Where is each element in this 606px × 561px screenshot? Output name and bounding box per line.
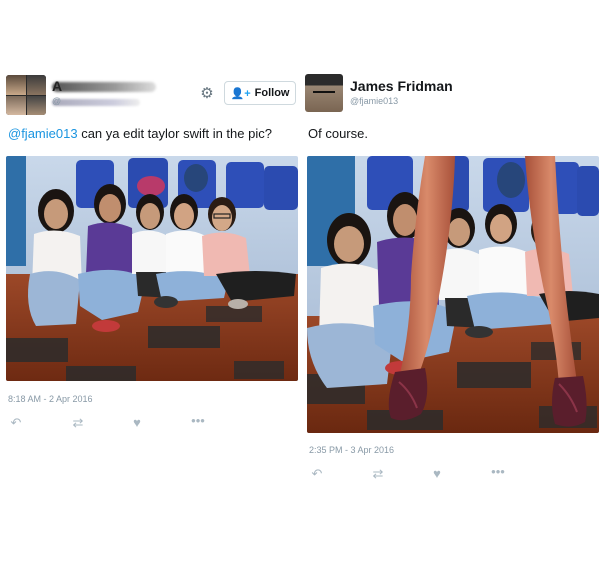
gear-icon[interactable]: ⚙ (198, 85, 216, 103)
reply-icon[interactable]: ↶ (8, 415, 24, 431)
author-name-initial[interactable]: A (52, 78, 62, 94)
author-handle-redacted (52, 99, 140, 106)
edited-photo-image (307, 156, 599, 433)
reply-text: Of course. (308, 126, 368, 141)
add-user-icon: 👤+ (230, 87, 251, 100)
tweet-timestamp[interactable]: 2:35 PM - 3 Apr 2016 (309, 445, 394, 455)
avatar[interactable] (6, 75, 46, 115)
author-name-redacted (52, 82, 156, 92)
follow-label: Follow (254, 87, 290, 99)
follow-button[interactable]: 👤+ Follow (224, 81, 296, 105)
heart-icon[interactable]: ♥ (129, 415, 145, 430)
author-handle[interactable]: @fjamie013 (350, 96, 398, 106)
tweet-body: can ya edit taylor swift in the pic? (77, 126, 272, 141)
avatar[interactable] (305, 74, 343, 112)
more-icon[interactable]: ••• (190, 413, 206, 428)
reply-icon[interactable]: ↶ (309, 466, 325, 482)
mention-link[interactable]: @fjamie013 (8, 126, 78, 141)
author-handle-prefix: @ (52, 96, 62, 106)
heart-icon[interactable]: ♥ (429, 466, 445, 481)
tweet-photo[interactable] (307, 156, 599, 433)
author-name[interactable]: James Fridman (350, 78, 453, 94)
retweet-icon[interactable]: ⇄ (70, 415, 86, 431)
tweet-photo[interactable] (6, 156, 298, 381)
group-photo-image (6, 156, 298, 381)
tweet-text: @fjamie013 can ya edit taylor swift in t… (8, 126, 272, 141)
more-icon[interactable]: ••• (490, 464, 506, 479)
tweet-timestamp[interactable]: 8:18 AM - 2 Apr 2016 (8, 394, 93, 404)
retweet-icon[interactable]: ⇄ (370, 466, 386, 482)
